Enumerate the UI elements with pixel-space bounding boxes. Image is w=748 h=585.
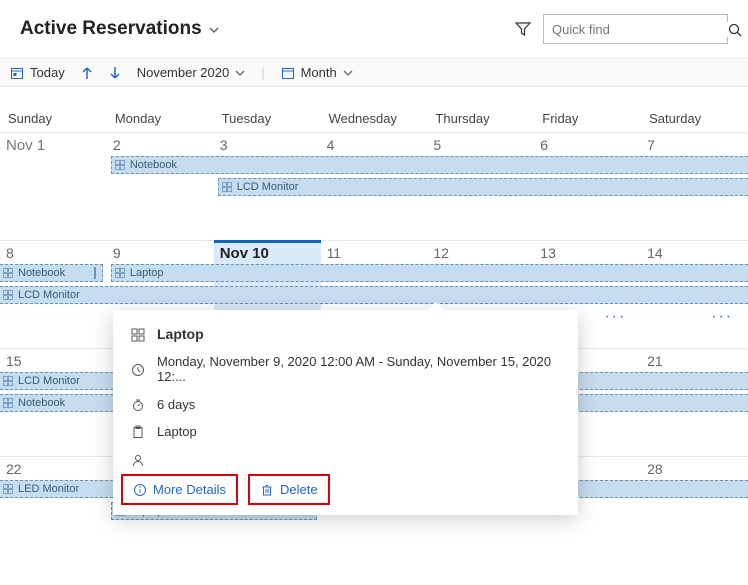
day-number: 7 xyxy=(647,137,742,153)
more-icon[interactable]: ··· xyxy=(604,308,626,326)
more-icon[interactable]: ··· xyxy=(711,308,733,326)
calendar-event[interactable]: Notebook xyxy=(0,264,103,282)
day-header: Tuesday xyxy=(214,103,321,132)
day-number: 14 xyxy=(647,245,742,261)
day-number: 21 xyxy=(647,353,742,369)
calendar-cell[interactable]: 2 xyxy=(107,132,214,240)
day-headers: Sunday Monday Tuesday Wednesday Thursday… xyxy=(0,87,748,132)
popup-time: Monday, November 9, 2020 12:00 AM - Sund… xyxy=(157,354,560,384)
day-number: 2 xyxy=(113,137,208,153)
day-number: Nov 10 xyxy=(220,245,315,262)
day-number: 4 xyxy=(327,137,422,153)
calendar-event[interactable]: Laptop xyxy=(111,264,748,282)
calendar-event[interactable]: Notebook xyxy=(111,156,748,174)
day-number: 22 xyxy=(6,461,101,477)
day-number: Nov 1 xyxy=(6,137,101,154)
delete-button[interactable]: Delete xyxy=(248,474,330,505)
stopwatch-icon xyxy=(131,396,147,412)
calendar-event[interactable]: LCD Monitor xyxy=(218,178,748,196)
calendar-cell[interactable]: 22 xyxy=(0,456,107,564)
day-header: Friday xyxy=(534,103,641,132)
day-number: 6 xyxy=(540,137,635,153)
month-label: November 2020 xyxy=(137,65,230,80)
search-input[interactable] xyxy=(552,22,728,37)
clipboard-icon xyxy=(131,424,147,440)
page-title: Active Reservations xyxy=(20,18,202,40)
more-details-button[interactable]: More Details xyxy=(121,474,238,505)
view-selector[interactable]: Month xyxy=(281,65,353,80)
person-icon xyxy=(131,451,147,467)
today-button[interactable]: Today xyxy=(10,65,65,80)
chevron-down-icon[interactable] xyxy=(208,22,220,37)
day-number: 12 xyxy=(433,245,528,261)
more-details-label: More Details xyxy=(153,482,226,497)
calendar-cell[interactable]: 28 xyxy=(641,456,748,564)
delete-label: Delete xyxy=(280,482,318,497)
month-selector[interactable]: November 2020 xyxy=(137,65,246,80)
day-header: Wednesday xyxy=(321,103,428,132)
popup-title: Laptop xyxy=(157,326,204,342)
day-number: 28 xyxy=(647,461,742,477)
search-icon[interactable] xyxy=(728,21,742,37)
view-label: Month xyxy=(301,65,337,80)
search-input-wrapper xyxy=(543,14,728,44)
popup-item: Laptop xyxy=(157,424,197,439)
calendar-cell[interactable]: Nov 1 xyxy=(0,132,107,240)
day-number: 5 xyxy=(433,137,528,153)
day-number: 3 xyxy=(220,137,315,153)
popup-duration: 6 days xyxy=(157,397,195,412)
event-popup: Laptop Monday, November 9, 2020 12:00 AM… xyxy=(113,310,578,515)
prev-arrow-icon[interactable] xyxy=(81,66,93,80)
clock-icon xyxy=(131,362,147,378)
day-header: Thursday xyxy=(427,103,534,132)
day-header: Sunday xyxy=(0,103,107,132)
separator: | xyxy=(261,65,264,80)
filter-icon[interactable] xyxy=(515,21,531,38)
day-number: 11 xyxy=(327,245,422,261)
day-header: Saturday xyxy=(641,103,748,132)
day-number: 15 xyxy=(6,353,101,369)
grid-icon xyxy=(131,326,147,342)
day-number: 13 xyxy=(540,245,635,261)
next-arrow-icon[interactable] xyxy=(109,66,121,80)
day-number: 9 xyxy=(113,245,208,261)
today-label: Today xyxy=(30,65,65,80)
calendar-event[interactable]: LCD Monitor xyxy=(0,286,748,304)
calendar-week: Nov 1 234567 Notebook LCD Monitor xyxy=(0,132,748,240)
day-number: 8 xyxy=(6,245,101,261)
day-header: Monday xyxy=(107,103,214,132)
